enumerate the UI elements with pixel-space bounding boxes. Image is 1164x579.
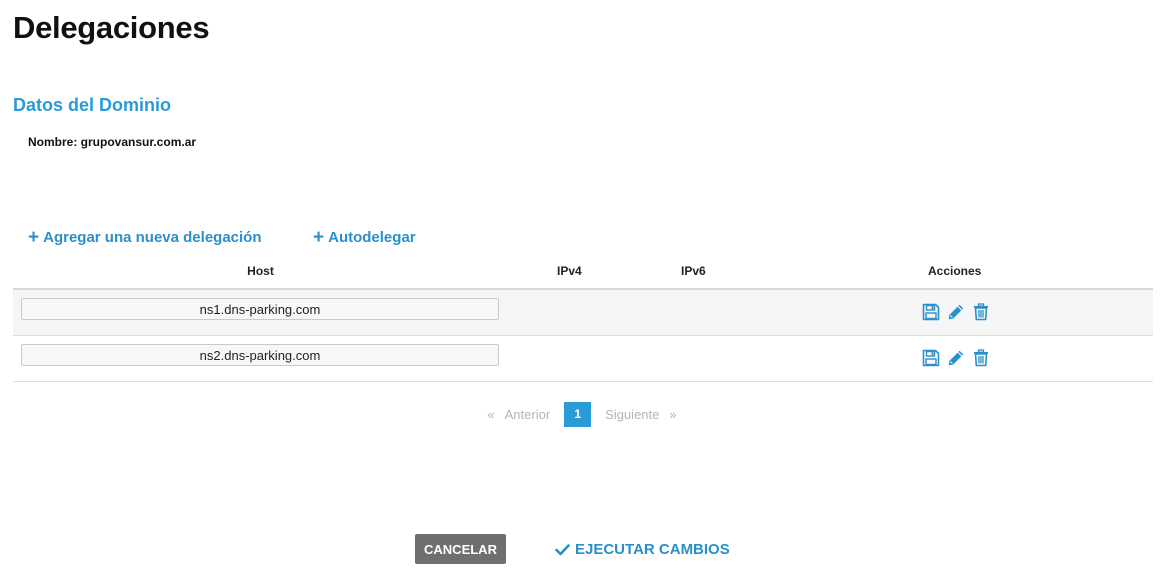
autodelegate-link[interactable]: + Autodelegar bbox=[313, 228, 416, 247]
table-header: Host IPv4 IPv6 Acciones bbox=[13, 258, 1153, 290]
row-actions bbox=[922, 303, 990, 321]
autodelegate-label: Autodelegar bbox=[328, 229, 416, 246]
section-title-domain-data: Datos del Dominio bbox=[13, 95, 172, 115]
table-row bbox=[13, 290, 1153, 336]
header-actions: Acciones bbox=[928, 264, 982, 278]
header-ipv4: IPv4 bbox=[557, 264, 582, 278]
plus-icon: + bbox=[313, 227, 325, 248]
save-icon[interactable] bbox=[922, 303, 940, 321]
header-host: Host bbox=[247, 264, 274, 278]
previous-label: Anterior bbox=[504, 407, 551, 422]
execute-changes-label: EJECUTAR CAMBIOS bbox=[575, 541, 730, 558]
pagination-previous[interactable]: « Anterior bbox=[487, 407, 550, 422]
save-icon[interactable] bbox=[922, 349, 940, 367]
execute-changes-button[interactable]: EJECUTAR CAMBIOS bbox=[555, 541, 730, 558]
pagination-current-page[interactable]: 1 bbox=[564, 402, 592, 427]
edit-icon[interactable] bbox=[947, 349, 965, 367]
chevron-double-right-icon: » bbox=[669, 407, 677, 422]
pagination: « Anterior 1 Siguiente » bbox=[0, 402, 1164, 427]
trash-icon[interactable] bbox=[972, 303, 990, 321]
page-title: Delegaciones bbox=[13, 10, 210, 45]
header-ipv6: IPv6 bbox=[681, 264, 706, 278]
pagination-next[interactable]: Siguiente » bbox=[605, 407, 676, 422]
add-delegation-label: Agregar una nueva delegación bbox=[43, 229, 262, 246]
chevron-double-left-icon: « bbox=[487, 407, 495, 422]
table-row bbox=[13, 336, 1153, 382]
check-icon bbox=[555, 542, 570, 557]
edit-icon[interactable] bbox=[947, 303, 965, 321]
host-input[interactable] bbox=[21, 298, 499, 320]
add-delegation-link[interactable]: + Agregar una nueva delegación bbox=[28, 228, 262, 247]
domain-name-label: Nombre: grupovansur.com.ar bbox=[28, 135, 197, 149]
trash-icon[interactable] bbox=[972, 349, 990, 367]
cancel-button[interactable]: CANCELAR bbox=[415, 534, 506, 564]
next-label: Siguiente bbox=[605, 407, 660, 422]
host-input[interactable] bbox=[21, 344, 499, 366]
plus-icon: + bbox=[28, 227, 40, 248]
delegations-table: Host IPv4 IPv6 Acciones bbox=[13, 258, 1153, 382]
row-actions bbox=[922, 349, 990, 367]
